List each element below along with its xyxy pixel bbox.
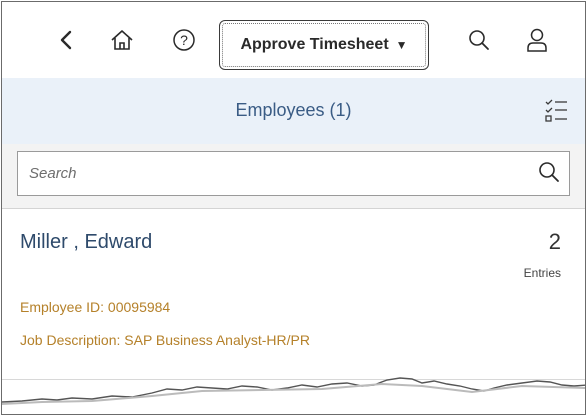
svg-text:?: ? bbox=[180, 32, 188, 48]
search-submit-button[interactable] bbox=[535, 160, 563, 188]
caret-down-icon: ▼ bbox=[395, 38, 408, 52]
home-button[interactable] bbox=[104, 22, 140, 58]
user-profile-button[interactable] bbox=[519, 22, 555, 58]
app-title-label: Approve Timesheet bbox=[240, 36, 389, 53]
help-button[interactable]: ? bbox=[166, 22, 202, 58]
shell-bar: ? Approve Timesheet ▼ bbox=[2, 2, 585, 78]
home-icon bbox=[110, 29, 134, 51]
back-button[interactable] bbox=[48, 22, 84, 58]
app-title-menu-button[interactable]: Approve Timesheet ▼ bbox=[219, 20, 429, 70]
back-icon bbox=[59, 30, 73, 50]
user-icon bbox=[526, 28, 548, 52]
employee-name: Miller , Edward bbox=[20, 231, 153, 253]
search-icon bbox=[468, 29, 490, 51]
help-icon: ? bbox=[172, 28, 196, 52]
job-description: Job Description: SAP Business Analyst-HR… bbox=[20, 332, 310, 348]
employee-id: Employee ID: 00095984 bbox=[20, 299, 171, 315]
search-input[interactable] bbox=[18, 152, 569, 195]
torn-edge-decoration bbox=[2, 377, 585, 414]
multi-select-icon bbox=[543, 97, 569, 128]
app-frame: ? Approve Timesheet ▼ Employees (1) Sear… bbox=[1, 1, 586, 415]
entries-label: Entries bbox=[523, 266, 561, 280]
entries-count: 2 bbox=[548, 229, 561, 254]
search-bar bbox=[2, 144, 585, 209]
global-search-button[interactable] bbox=[461, 22, 497, 58]
page-title: Employees (1) bbox=[235, 100, 352, 120]
list-subheader: Employees (1) bbox=[2, 78, 585, 144]
multi-select-button[interactable] bbox=[541, 97, 571, 127]
search-icon bbox=[538, 161, 560, 188]
search-field bbox=[17, 151, 570, 196]
employee-list-item[interactable]: Miller , Edward 2 Entries Employee ID: 0… bbox=[2, 209, 585, 381]
